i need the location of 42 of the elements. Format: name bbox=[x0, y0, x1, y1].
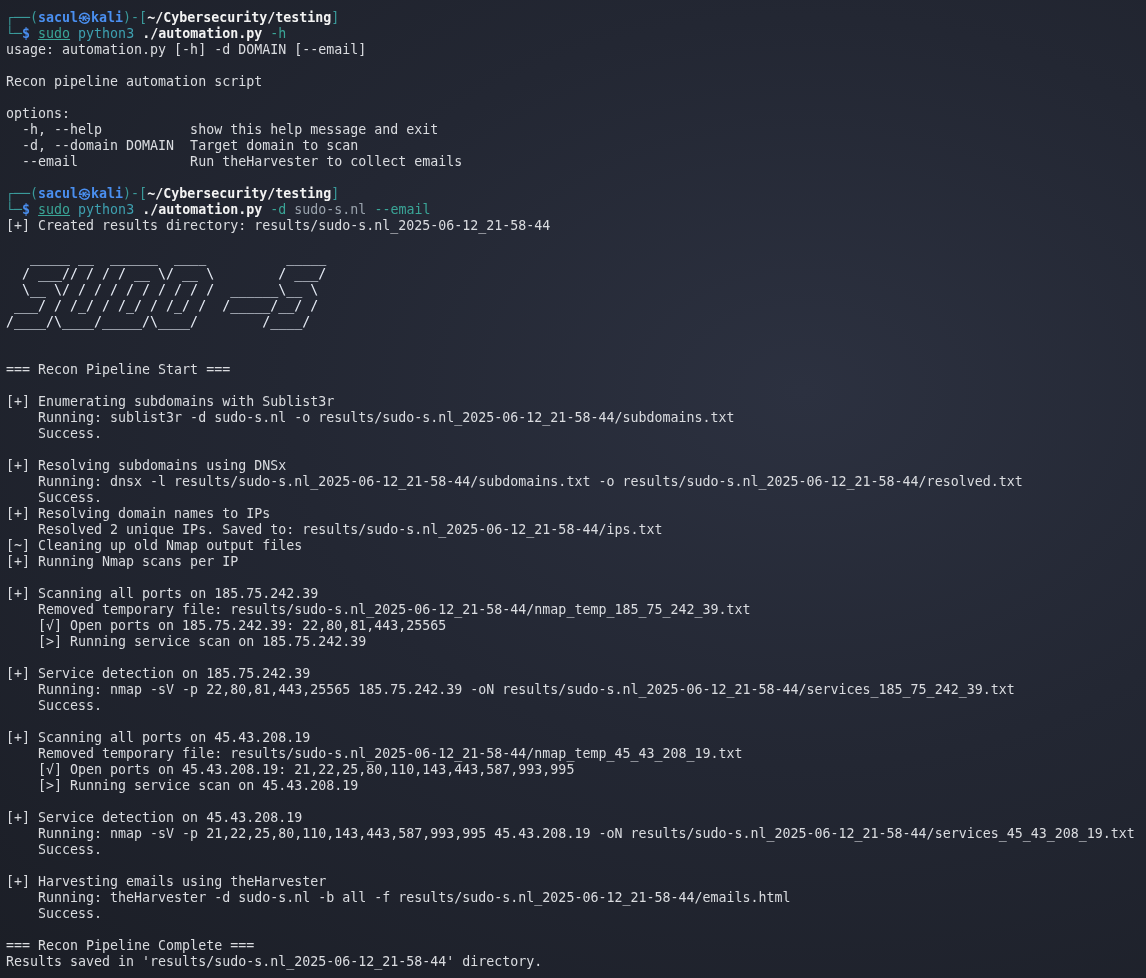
output-line: Running: dnsx -l results/sudo-s.nl_2025-06-12_21-58-44/subdomains.txt -o results/sudo-s.nl_2025-06-12_21-58-44/resolved.txt bbox=[37, 474, 1023, 490]
output-line: [+] Created results directory: results/sudo-s.nl_2025-06-12_21-58-44 bbox=[6, 218, 551, 234]
output-line: [+] Enumerating subdomains with Sublist3r bbox=[6, 394, 335, 410]
output-line: === Recon Pipeline Complete === bbox=[6, 938, 255, 954]
output-line: [+] Service detection on 185.75.242.39 bbox=[6, 666, 311, 682]
output-line: [+] Resolving domain names to IPs bbox=[6, 506, 271, 522]
output-line: Running: theHarvester -d sudo-s.nl -b all -f results/sudo-s.nl_2025-06-12_21-58-44/emails.html bbox=[37, 890, 791, 906]
output-line: [+] Scanning all ports on 45.43.208.19 bbox=[6, 730, 311, 746]
output-line: Running: nmap -sV -p 22,80,81,443,25565 185.75.242.39 -oN results/sudo-s.nl_2025-06-12_21-58-44/services_185_75_242_39.txt bbox=[37, 682, 1015, 698]
command-line: └─$ sudo python3 ./automation.py -h bbox=[6, 26, 287, 42]
output-line: [+] Service detection on 45.43.208.19 bbox=[6, 810, 303, 826]
output-line: Success. bbox=[37, 906, 103, 922]
output-line: Success. bbox=[37, 698, 103, 714]
output-line: -h, --help show this help message and exit bbox=[21, 122, 439, 138]
output-line: Removed temporary file: results/sudo-s.nl_2025-06-12_21-58-44/nmap_temp_185_75_242_39.txt bbox=[37, 602, 751, 618]
prompt-line: ┌──(sacul㉿kali)-[~/Cybersecurity/testing] bbox=[6, 10, 340, 26]
output-line: [+] Scanning all ports on 185.75.242.39 bbox=[6, 586, 319, 602]
output-line: [>] Running service scan on 45.43.208.19 bbox=[37, 778, 359, 794]
output-line: [√] Open ports on 45.43.208.19: 21,22,25,80,110,143,443,587,993,995 bbox=[37, 762, 575, 778]
output-line: options: bbox=[6, 106, 71, 122]
command-line: └─$ sudo python3 ./automation.py -d sudo-s.nl --email bbox=[6, 202, 431, 218]
output-line: === Recon Pipeline Start === bbox=[6, 362, 231, 378]
output-line: [√] Open ports on 185.75.242.39: 22,80,81,443,25565 bbox=[37, 618, 447, 634]
ascii-art-title: _____ __ ______ ____ _____ / ___// / / / __ \/ __ \ / ___/ \__ \/ / / / / / / / / / ______\__ \ ___/ / /_/ / /_/ / /_/ / /_____/__/ / /____/\____/_____/\____/ /____/ bbox=[6, 250, 327, 330]
output-line: Success. bbox=[37, 426, 103, 442]
output-line: [>] Running service scan on 185.75.242.39 bbox=[37, 634, 367, 650]
prompt-line: ┌──(sacul㉿kali)-[~/Cybersecurity/testing] bbox=[6, 186, 340, 202]
output-line: [+] Harvesting emails using theHarvester bbox=[6, 874, 327, 890]
output-line: usage: automation.py [-h] -d DOMAIN [--email] bbox=[6, 42, 367, 58]
output-line: -d, --domain DOMAIN Target domain to scan bbox=[21, 138, 359, 154]
output-line: [+] Running Nmap scans per IP bbox=[6, 554, 239, 570]
output-line: [~] Cleaning up old Nmap output files bbox=[6, 538, 303, 554]
output-line: Success. bbox=[37, 842, 103, 858]
output-line: --email Run theHarvester to collect emails bbox=[21, 154, 463, 170]
output-line: Resolved 2 unique IPs. Saved to: results/sudo-s.nl_2025-06-12_21-58-44/ips.txt bbox=[37, 522, 663, 538]
output-line: Running: nmap -sV -p 21,22,25,80,110,143,443,587,993,995 45.43.208.19 -oN results/sudo-s.nl_2025-06-12_21-58-44/services_45_43_208_19.txt bbox=[37, 826, 1135, 842]
output-line: Recon pipeline automation script bbox=[6, 74, 263, 90]
output-line: Running: sublist3r -d sudo-s.nl -o results/sudo-s.nl_2025-06-12_21-58-44/subdomains.txt bbox=[37, 410, 735, 426]
output-line: Success. bbox=[37, 490, 103, 506]
output-line: Results saved in 'results/sudo-s.nl_2025-06-12_21-58-44' directory. bbox=[6, 954, 543, 970]
output-line: [+] Resolving subdomains using DNSx bbox=[6, 458, 287, 474]
output-line: Removed temporary file: results/sudo-s.nl_2025-06-12_21-58-44/nmap_temp_45_43_208_19.txt bbox=[37, 746, 743, 762]
